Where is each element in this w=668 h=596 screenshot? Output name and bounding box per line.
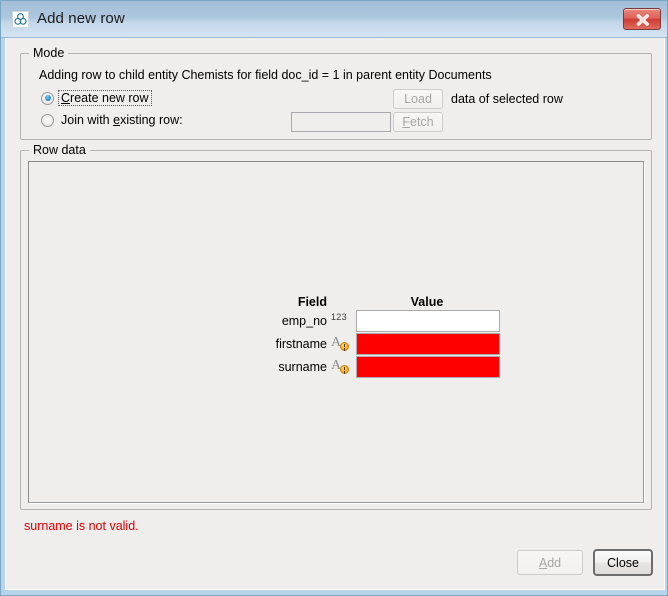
add-button[interactable]: Add <box>517 550 583 575</box>
radio-unselected-icon <box>41 113 54 127</box>
number-type-icon: 123 <box>330 309 356 332</box>
value-input-firstname[interactable] <box>356 332 500 355</box>
radio-selected-icon <box>41 91 54 105</box>
field-name-label: surname <box>278 359 327 374</box>
table-header-row: Field Value <box>219 291 500 309</box>
title-bar: Add new row <box>1 1 667 38</box>
window-title: Add new row <box>37 10 125 27</box>
mode-description: Adding row to child entity Chemists for … <box>39 68 492 82</box>
join-row-id-input[interactable] <box>291 112 391 132</box>
header-value: Value <box>410 295 444 309</box>
app-overlapping-circles-icon <box>12 11 29 28</box>
warning-badge-icon <box>340 341 349 351</box>
number-type-icon-glyph: 123 <box>331 312 347 322</box>
close-icon[interactable] <box>623 8 661 30</box>
dialog-client-area: Mode Adding row to child entity Chemists… <box>5 38 665 590</box>
load-caption: data of selected row <box>451 92 563 106</box>
load-button[interactable]: Load <box>393 89 443 109</box>
fetch-button-label: Fetch <box>402 115 434 129</box>
radio-join-existing-row-label: Join with existing row: <box>61 113 183 127</box>
close-button-label: Close <box>607 555 639 570</box>
radio-create-new-row[interactable]: Create new row <box>41 90 152 106</box>
field-value-table: Field Value emp_no 123 firstname A surna… <box>219 291 500 378</box>
text-type-icon: A <box>330 355 356 378</box>
row-data-panel: Field Value emp_no 123 firstname A surna… <box>28 161 644 503</box>
validation-error-message: surname is not valid. <box>24 519 139 533</box>
radio-create-new-row-label: Create new row <box>58 90 152 106</box>
close-button[interactable]: Close <box>593 549 653 576</box>
radio-join-existing-row[interactable]: Join with existing row: <box>41 113 185 127</box>
add-button-label: Add <box>538 555 562 570</box>
dialog-window: Add new row Mode Adding row to child ent… <box>0 0 668 596</box>
table-row: firstname A <box>219 332 500 355</box>
table-row: emp_no 123 <box>219 309 500 332</box>
value-input-emp-no[interactable] <box>356 309 500 332</box>
row-data-group-legend: Row data <box>29 143 90 157</box>
table-row: surname A <box>219 355 500 378</box>
warning-badge-icon <box>340 364 349 374</box>
mode-group-legend: Mode <box>29 46 69 60</box>
fetch-button[interactable]: Fetch <box>393 112 443 132</box>
field-name-label: emp_no <box>281 313 327 328</box>
value-input-surname[interactable] <box>356 355 500 378</box>
load-button-label: Load <box>404 92 432 106</box>
row-data-group: Row data Field Value emp_no 123 firstnam… <box>20 143 652 510</box>
mode-group: Mode Adding row to child entity Chemists… <box>20 46 652 140</box>
field-name-label: firstname <box>275 336 327 351</box>
header-field: Field <box>297 295 327 309</box>
text-type-icon: A <box>330 332 356 355</box>
